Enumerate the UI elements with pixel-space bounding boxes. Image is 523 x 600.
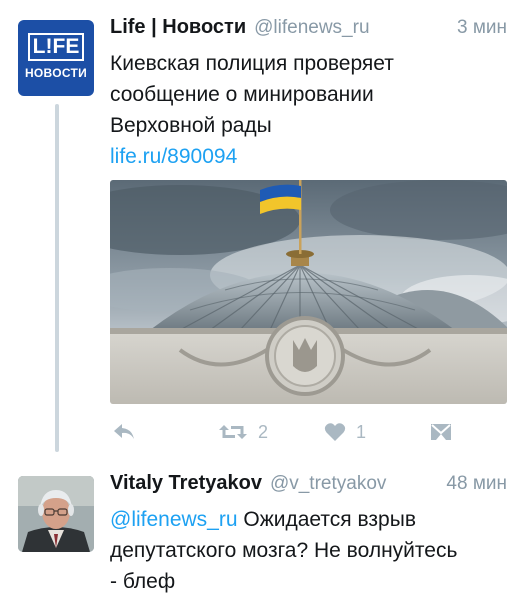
tweet-text-line: Киевская полиция проверяет xyxy=(110,52,394,75)
tweet-time[interactable]: 48 мин xyxy=(446,473,507,495)
reply-button[interactable] xyxy=(112,418,136,446)
vitaly-tretyakov-avatar[interactable] xyxy=(18,476,94,552)
tweet-time[interactable]: 3 мин xyxy=(457,17,507,39)
dm-icon xyxy=(431,424,451,440)
author-name[interactable]: Life | Новости xyxy=(110,16,246,39)
tweet-text-fragment: Ожидается взрыв xyxy=(237,508,416,531)
tweet-text-line: Верховной рады xyxy=(110,114,272,137)
tweet-actions: 2 1 xyxy=(110,418,507,446)
like-count: 1 xyxy=(356,421,367,442)
reply-icon xyxy=(114,424,134,439)
tweet-text: Киевская полиция проверяет сообщение о м… xyxy=(110,48,507,172)
author-name[interactable]: Vitaly Tretyakov xyxy=(110,472,262,495)
tweet-header: Life | Новости @lifenews_ru 3 мин xyxy=(110,16,507,48)
thread-connector-line xyxy=(55,104,59,452)
life-logo-text: L!FE xyxy=(28,33,84,61)
person-photo xyxy=(18,476,94,552)
life-logo-subtext: НОВОСТИ xyxy=(24,66,88,80)
lifenews-avatar[interactable]: L!FE НОВОСТИ xyxy=(18,20,94,96)
mention-link[interactable]: @lifenews_ru xyxy=(110,508,238,531)
tweet-link[interactable]: life.ru/890094 xyxy=(110,141,507,172)
direct-message-button[interactable] xyxy=(430,418,452,446)
like-button[interactable]: 1 xyxy=(324,418,366,446)
tweet-text-line: сообщение о минировании xyxy=(110,83,374,106)
tweet-media-image[interactable] xyxy=(110,180,507,404)
parliament-dome-image xyxy=(110,180,507,404)
retweet-icon xyxy=(219,425,247,439)
author-handle[interactable]: @lifenews_ru xyxy=(254,17,369,39)
tweet-text-line: @lifenews_ru Ожидается взрыв xyxy=(110,504,507,535)
retweet-count: 2 xyxy=(258,421,269,442)
tweet-header: Vitaly Tretyakov @v_tretyakov 48 мин xyxy=(110,472,507,504)
tweet-text-line: - блеф xyxy=(110,570,176,593)
heart-icon xyxy=(324,423,346,441)
tweet-lifenews[interactable]: Life | Новости @lifenews_ru 3 мин Киевск… xyxy=(110,16,507,172)
tweet-text-line: депутатского мозга? Не волнуйтесь xyxy=(110,539,458,562)
tweet-text: @lifenews_ru Ожидается взрыв депутатског… xyxy=(110,504,507,597)
retweet-button[interactable]: 2 xyxy=(218,418,268,446)
author-handle[interactable]: @v_tretyakov xyxy=(270,473,386,495)
tweet-tretyakov[interactable]: Vitaly Tretyakov @v_tretyakov 48 мин @li… xyxy=(110,472,507,597)
